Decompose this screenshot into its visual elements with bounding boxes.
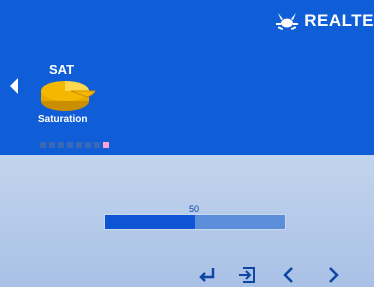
exit-button[interactable]: [236, 264, 258, 286]
exit-icon: [239, 267, 255, 283]
page-indicator-dot: [58, 142, 64, 148]
chevron-left-icon: [283, 267, 293, 283]
brand-logo: REALTE: [274, 8, 374, 34]
crab-icon: [276, 13, 299, 31]
chevron-right-icon: [329, 267, 339, 283]
page-indicator-dot: [49, 142, 55, 148]
page-indicator-dot: [76, 142, 82, 148]
menu-item-name: Saturation: [38, 114, 88, 125]
menu-left-arrow-icon[interactable]: [10, 78, 18, 94]
page-indicator-dot: [85, 142, 91, 148]
brand-name: REALTE: [304, 11, 374, 30]
page-indicator: [40, 142, 109, 148]
page-indicator-dot: [40, 142, 46, 148]
menu-item-short-label: SAT: [49, 62, 75, 77]
page-indicator-dot: [67, 142, 73, 148]
previous-button[interactable]: [278, 264, 300, 286]
enter-button[interactable]: [196, 264, 218, 286]
next-button[interactable]: [322, 264, 344, 286]
saturation-icon: [41, 81, 96, 111]
page-indicator-dot: [94, 142, 100, 148]
page-indicator-dot: [103, 142, 109, 148]
enter-icon: [199, 268, 215, 282]
saturation-slider[interactable]: [104, 214, 286, 230]
slider-value: 50: [188, 204, 199, 214]
osd-menu-panel: REALTE SAT Saturation: [0, 0, 374, 155]
slider-track-remaining: [195, 215, 285, 229]
slider-fill: [105, 215, 195, 229]
